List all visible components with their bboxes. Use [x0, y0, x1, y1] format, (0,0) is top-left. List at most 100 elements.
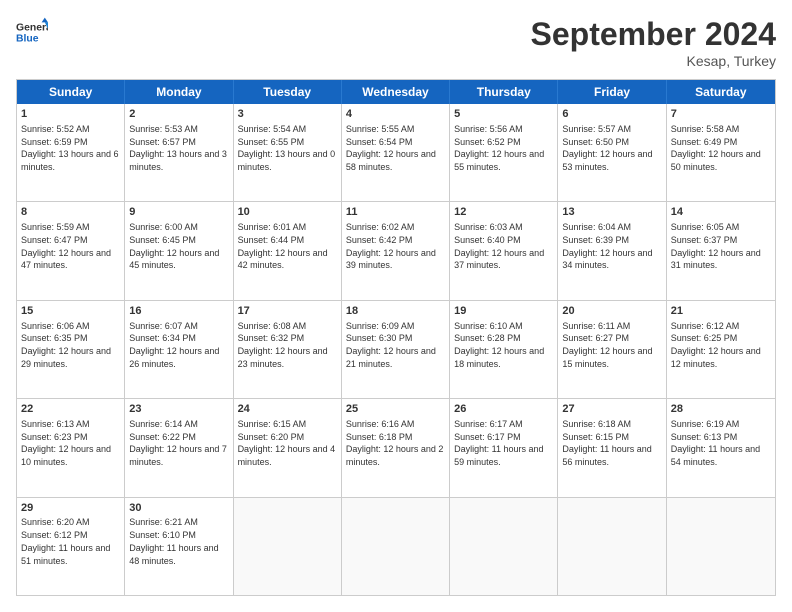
day-number: 6	[562, 107, 661, 122]
day-cell: 19 Sunrise: 6:10 AMSunset: 6:28 PMDayligh…	[450, 301, 558, 398]
day-number: 14	[671, 205, 771, 220]
day-info: Sunrise: 6:00 AMSunset: 6:45 PMDaylight:…	[129, 222, 219, 270]
day-info: Sunrise: 5:52 AMSunset: 6:59 PMDaylight:…	[21, 124, 119, 172]
day-cell: 17 Sunrise: 6:08 AMSunset: 6:32 PMDayligh…	[234, 301, 342, 398]
day-info: Sunrise: 6:02 AMSunset: 6:42 PMDaylight:…	[346, 222, 436, 270]
day-info: Sunrise: 6:07 AMSunset: 6:34 PMDaylight:…	[129, 321, 219, 369]
day-number: 21	[671, 304, 771, 319]
header: General Blue September 2024 Kesap, Turke…	[16, 16, 776, 69]
day-header: Friday	[558, 80, 666, 104]
day-cell: 6 Sunrise: 5:57 AMSunset: 6:50 PMDaylight…	[558, 104, 666, 201]
day-info: Sunrise: 6:09 AMSunset: 6:30 PMDaylight:…	[346, 321, 436, 369]
day-cell: 15 Sunrise: 6:06 AMSunset: 6:35 PMDayligh…	[17, 301, 125, 398]
day-cell: 20 Sunrise: 6:11 AMSunset: 6:27 PMDayligh…	[558, 301, 666, 398]
week-row: 29Sunrise: 6:20 AMSunset: 6:12 PMDayligh…	[17, 498, 775, 595]
day-cell	[667, 498, 775, 595]
day-cell: 29Sunrise: 6:20 AMSunset: 6:12 PMDayligh…	[17, 498, 125, 595]
day-number: 5	[454, 107, 553, 122]
day-number: 15	[21, 304, 120, 319]
day-number: 12	[454, 205, 553, 220]
day-number: 30	[129, 501, 228, 516]
day-number: 18	[346, 304, 445, 319]
day-number: 26	[454, 402, 553, 417]
week-row: 22Sunrise: 6:13 AMSunset: 6:23 PMDayligh…	[17, 399, 775, 497]
day-number: 13	[562, 205, 661, 220]
day-number: 11	[346, 205, 445, 220]
day-info: Sunrise: 6:19 AMSunset: 6:13 PMDaylight:…	[671, 419, 760, 467]
day-cell: 11 Sunrise: 6:02 AMSunset: 6:42 PMDayligh…	[342, 202, 450, 299]
day-cell	[558, 498, 666, 595]
day-cell: 13 Sunrise: 6:04 AMSunset: 6:39 PMDayligh…	[558, 202, 666, 299]
day-number: 17	[238, 304, 337, 319]
day-number: 10	[238, 205, 337, 220]
day-number: 20	[562, 304, 661, 319]
day-number: 3	[238, 107, 337, 122]
day-header: Thursday	[450, 80, 558, 104]
day-info: Sunrise: 6:16 AMSunset: 6:18 PMDaylight:…	[346, 419, 444, 467]
week-row: 1Sunrise: 5:52 AMSunset: 6:59 PMDaylight…	[17, 104, 775, 202]
calendar: SundayMondayTuesdayWednesdayThursdayFrid…	[16, 79, 776, 596]
day-info: Sunrise: 5:58 AMSunset: 6:49 PMDaylight:…	[671, 124, 761, 172]
day-info: Sunrise: 5:56 AMSunset: 6:52 PMDaylight:…	[454, 124, 544, 172]
day-number: 25	[346, 402, 445, 417]
day-cell: 30Sunrise: 6:21 AMSunset: 6:10 PMDayligh…	[125, 498, 233, 595]
day-number: 19	[454, 304, 553, 319]
day-info: Sunrise: 6:15 AMSunset: 6:20 PMDaylight:…	[238, 419, 336, 467]
day-cell: 21Sunrise: 6:12 AMSunset: 6:25 PMDayligh…	[667, 301, 775, 398]
day-number: 8	[21, 205, 120, 220]
day-cell	[234, 498, 342, 595]
day-headers: SundayMondayTuesdayWednesdayThursdayFrid…	[17, 80, 775, 104]
week-row: 8 Sunrise: 5:59 AMSunset: 6:47 PMDaylight…	[17, 202, 775, 300]
day-header: Monday	[125, 80, 233, 104]
day-cell: 7 Sunrise: 5:58 AMSunset: 6:49 PMDaylight…	[667, 104, 775, 201]
subtitle: Kesap, Turkey	[531, 53, 776, 69]
day-cell: 12 Sunrise: 6:03 AMSunset: 6:40 PMDayligh…	[450, 202, 558, 299]
day-info: Sunrise: 5:54 AMSunset: 6:55 PMDaylight:…	[238, 124, 336, 172]
day-number: 29	[21, 501, 120, 516]
day-info: Sunrise: 5:59 AMSunset: 6:47 PMDaylight:…	[21, 222, 111, 270]
day-info: Sunrise: 6:21 AMSunset: 6:10 PMDaylight:…	[129, 517, 218, 565]
day-cell: 24Sunrise: 6:15 AMSunset: 6:20 PMDayligh…	[234, 399, 342, 496]
day-cell: 27 Sunrise: 6:18 AMSunset: 6:15 PMDayligh…	[558, 399, 666, 496]
day-cell: 10 Sunrise: 6:01 AMSunset: 6:44 PMDayligh…	[234, 202, 342, 299]
day-header: Saturday	[667, 80, 775, 104]
day-cell: 4 Sunrise: 5:55 AMSunset: 6:54 PMDaylight…	[342, 104, 450, 201]
day-info: Sunrise: 6:08 AMSunset: 6:32 PMDaylight:…	[238, 321, 328, 369]
day-number: 4	[346, 107, 445, 122]
day-info: Sunrise: 6:03 AMSunset: 6:40 PMDaylight:…	[454, 222, 544, 270]
svg-text:General: General	[16, 22, 48, 33]
day-header: Sunday	[17, 80, 125, 104]
logo-icon: General Blue	[16, 16, 48, 48]
day-info: Sunrise: 6:01 AMSunset: 6:44 PMDaylight:…	[238, 222, 328, 270]
day-info: Sunrise: 6:04 AMSunset: 6:39 PMDaylight:…	[562, 222, 652, 270]
day-info: Sunrise: 6:17 AMSunset: 6:17 PMDaylight:…	[454, 419, 543, 467]
day-info: Sunrise: 6:20 AMSunset: 6:12 PMDaylight:…	[21, 517, 110, 565]
day-info: Sunrise: 5:57 AMSunset: 6:50 PMDaylight:…	[562, 124, 652, 172]
day-cell: 14 Sunrise: 6:05 AMSunset: 6:37 PMDayligh…	[667, 202, 775, 299]
day-info: Sunrise: 6:06 AMSunset: 6:35 PMDaylight:…	[21, 321, 111, 369]
day-cell: 18 Sunrise: 6:09 AMSunset: 6:30 PMDayligh…	[342, 301, 450, 398]
month-title: September 2024	[531, 16, 776, 53]
day-number: 27	[562, 402, 661, 417]
day-cell: 16 Sunrise: 6:07 AMSunset: 6:34 PMDayligh…	[125, 301, 233, 398]
day-info: Sunrise: 6:18 AMSunset: 6:15 PMDaylight:…	[562, 419, 651, 467]
day-info: Sunrise: 5:53 AMSunset: 6:57 PMDaylight:…	[129, 124, 227, 172]
day-header: Tuesday	[234, 80, 342, 104]
day-number: 16	[129, 304, 228, 319]
day-info: Sunrise: 6:11 AMSunset: 6:27 PMDaylight:…	[562, 321, 652, 369]
calendar-body: 1Sunrise: 5:52 AMSunset: 6:59 PMDaylight…	[17, 104, 775, 595]
day-cell: 5 Sunrise: 5:56 AMSunset: 6:52 PMDaylight…	[450, 104, 558, 201]
day-number: 22	[21, 402, 120, 417]
day-number: 23	[129, 402, 228, 417]
day-cell	[450, 498, 558, 595]
day-cell: 28Sunrise: 6:19 AMSunset: 6:13 PMDayligh…	[667, 399, 775, 496]
day-cell: 3 Sunrise: 5:54 AMSunset: 6:55 PMDaylight…	[234, 104, 342, 201]
title-block: September 2024 Kesap, Turkey	[531, 16, 776, 69]
day-cell: 25 Sunrise: 6:16 AMSunset: 6:18 PMDayligh…	[342, 399, 450, 496]
day-info: Sunrise: 6:10 AMSunset: 6:28 PMDaylight:…	[454, 321, 544, 369]
day-info: Sunrise: 6:05 AMSunset: 6:37 PMDaylight:…	[671, 222, 761, 270]
day-number: 7	[671, 107, 771, 122]
day-info: Sunrise: 5:55 AMSunset: 6:54 PMDaylight:…	[346, 124, 436, 172]
day-number: 9	[129, 205, 228, 220]
day-cell: 9 Sunrise: 6:00 AMSunset: 6:45 PMDaylight…	[125, 202, 233, 299]
